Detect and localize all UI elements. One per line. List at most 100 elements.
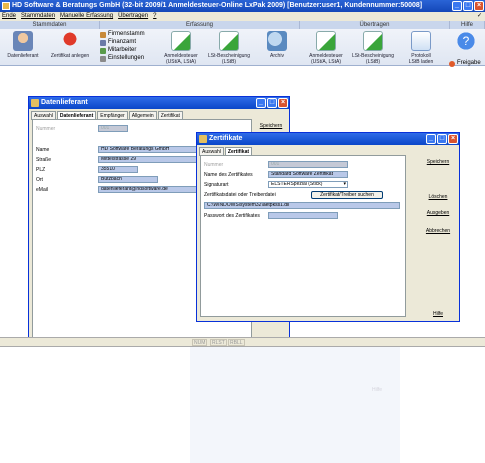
- datenlieferant-save-button[interactable]: Speichern: [255, 123, 287, 129]
- finanzamt-label: Finanzamt: [108, 39, 137, 45]
- firmenstamm-label: Firmenstamm: [108, 31, 145, 37]
- lstb-uebertragen-button[interactable]: LSt-Bescheinigung (LStB): [350, 31, 396, 65]
- help-icon: ?: [456, 31, 476, 51]
- signatur-select[interactable]: ELSTERSpezial (Stick) ▾: [268, 181, 348, 188]
- maximize-button[interactable]: □: [463, 1, 473, 11]
- group-hilfe: Hilfe: [450, 21, 485, 29]
- mitarbeiter-button[interactable]: Mitarbeiter: [100, 47, 136, 54]
- strasse-field[interactable]: Mittelstrasse 29: [98, 156, 198, 163]
- datenlieferant-label: Datenlieferant: [7, 53, 39, 59]
- dialog-close-button[interactable]: ×: [448, 134, 458, 144]
- lstb-erfassung-button[interactable]: LSt-Bescheinigung (LStB): [206, 31, 252, 65]
- zert-nummer-field: 001: [268, 161, 348, 168]
- zertifikate-dialog: Zertifikate _ □ × Auswahl Zertifikat Num…: [196, 132, 460, 322]
- menu-uebertragen[interactable]: Übertragen: [118, 12, 148, 21]
- group-uebertragen: Übertragen: [300, 21, 450, 29]
- zertifikat-label: Zertifikat anlegen: [50, 53, 90, 59]
- bank-icon: [100, 39, 106, 46]
- dialog-controls: _ □ ×: [426, 134, 458, 144]
- window-title: HD Software & Beratungs GmbH (32-bit 200…: [12, 2, 423, 9]
- dialog-icon: [31, 99, 39, 107]
- settings-icon: [100, 55, 106, 62]
- zert-name-field[interactable]: Standard Software Zertifikat: [268, 171, 348, 178]
- speichern-button[interactable]: Speichern: [419, 159, 457, 165]
- einstellungen-label: Einstellungen: [108, 55, 145, 61]
- chevron-down-icon: ▾: [343, 181, 346, 187]
- ribbon: Stammdaten Erfassung Übertragen Hilfe Da…: [0, 21, 485, 67]
- dialog-minimize-button[interactable]: _: [256, 98, 266, 108]
- dialog-close-button[interactable]: ×: [278, 98, 288, 108]
- mitarbeiter-label: Mitarbeiter: [108, 47, 137, 53]
- datenlieferant-button[interactable]: Datenlieferant: [3, 31, 43, 59]
- protocol-icon: [411, 31, 431, 51]
- signatur-label: Signaturart: [204, 182, 229, 188]
- lstb2-label: LSt-Bescheinigung (LStB): [352, 53, 394, 65]
- protokoll-button[interactable]: Protokoll LStB laden: [402, 31, 440, 65]
- ghost-hilfe-label: Hilfe: [371, 387, 382, 393]
- document-check-icon: [219, 31, 239, 51]
- einstellungen-button[interactable]: Einstellungen: [100, 55, 144, 62]
- dialog-controls: _ □ ×: [256, 98, 288, 108]
- passwort-label: Passwort des Zertifikates: [204, 213, 260, 219]
- archiv-button[interactable]: Archiv: [262, 31, 292, 59]
- email-field[interactable]: datenlieferant@hdsoftware.de: [98, 186, 198, 193]
- name-field[interactable]: HD Software Beratungs GmbH: [98, 146, 198, 153]
- firmenstamm-button[interactable]: Firmenstamm: [100, 31, 145, 38]
- signatur-value: ELSTERSpezial (Stick): [271, 181, 323, 187]
- anmeldesteuer-uebertragen-button[interactable]: Anmeldesteuer (USt/A, LStA): [305, 31, 347, 65]
- menu-manuelle-erfassung[interactable]: Manuelle Erfassung: [60, 12, 113, 21]
- help-button[interactable]: ?: [448, 31, 484, 53]
- users-icon: [100, 47, 106, 54]
- close-button[interactable]: ×: [474, 1, 484, 11]
- app-icon: [2, 2, 10, 10]
- anmelde2-label: Anmeldesteuer (USt/A, LStA): [309, 53, 343, 65]
- building-icon: [100, 31, 106, 38]
- ausgeben-button[interactable]: Ausgeben: [419, 210, 457, 216]
- hilfe-button[interactable]: Hilfe: [419, 311, 457, 317]
- status-rlst: RLST: [210, 339, 227, 346]
- zertifikat-suchen-button[interactable]: Zertifikat/Treiber suchen: [311, 191, 383, 199]
- check-icon: ✓: [476, 13, 482, 19]
- datei-field[interactable]: C:\WINDOWS\system32\aetpkss1.dll: [204, 202, 400, 209]
- freigabe-button[interactable]: Freigabe: [449, 60, 481, 67]
- dialog-maximize-button[interactable]: □: [437, 134, 447, 144]
- certificate-icon: [60, 31, 80, 51]
- menu-ende[interactable]: Ende: [2, 12, 16, 21]
- zertifikate-title: Zertifikate: [209, 135, 243, 142]
- name-label: Name: [36, 147, 50, 153]
- abbrechen-button[interactable]: Abbrechen: [419, 228, 457, 234]
- zertifikat-panel: Nummer 001 Name des Zertifikates Standar…: [200, 155, 406, 317]
- archiv-label: Archiv: [270, 53, 284, 59]
- ort-field[interactable]: Butzbach: [98, 176, 158, 183]
- zertifikate-titlebar: Zertifikate _ □ ×: [197, 133, 459, 145]
- anmelde1-label: Anmeldesteuer (USt/A, LStA): [164, 53, 198, 65]
- archive-search-icon: [267, 31, 287, 51]
- menu-help[interactable]: ?: [153, 12, 156, 21]
- group-erfassung: Erfassung: [100, 21, 300, 29]
- finanzamt-button[interactable]: Finanzamt: [100, 39, 136, 46]
- anmeldesteuer-erfassung-button[interactable]: Anmeldesteuer (USt/A, LStA): [160, 31, 202, 65]
- lstb1-label: LSt-Bescheinigung (LStB): [208, 53, 250, 65]
- loeschen-button[interactable]: Löschen: [419, 194, 457, 200]
- freigabe-label: Freigabe: [457, 60, 481, 66]
- ghost-window: Hilfe: [190, 347, 400, 463]
- minimize-button[interactable]: _: [452, 1, 462, 11]
- dialog-icon: [199, 135, 207, 143]
- status-rbll: RBLL: [228, 339, 245, 346]
- menu-bar: Ende Stammdaten Manuelle Erfassung Übert…: [0, 12, 485, 21]
- document-add-icon: [171, 31, 191, 51]
- menu-stammdaten[interactable]: Stammdaten: [21, 12, 55, 21]
- plz-label: PLZ: [36, 167, 46, 173]
- protokoll-label: Protokoll LStB laden: [408, 53, 434, 65]
- email-label: eMail: [36, 187, 48, 193]
- status-bar: NUM RLST RBLL: [0, 337, 485, 347]
- dialog-minimize-button[interactable]: _: [426, 134, 436, 144]
- group-stammdaten: Stammdaten: [0, 21, 100, 29]
- zertifikat-anlegen-button[interactable]: Zertifikat anlegen: [48, 31, 92, 59]
- nummer-field: 001: [98, 125, 128, 132]
- plz-field[interactable]: 35510: [98, 166, 138, 173]
- status-num: NUM: [192, 339, 208, 346]
- dialog-maximize-button[interactable]: □: [267, 98, 277, 108]
- passwort-field[interactable]: [268, 212, 338, 219]
- zert-name-label: Name des Zertifikates: [204, 172, 253, 178]
